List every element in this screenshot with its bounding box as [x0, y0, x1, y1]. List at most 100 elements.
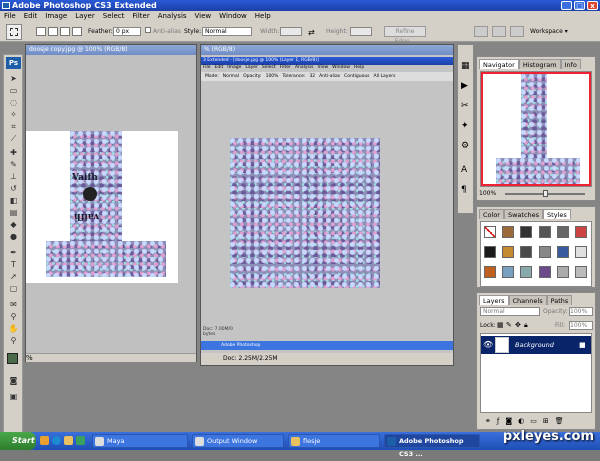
quicklaunch-explorer-icon[interactable] [40, 436, 49, 445]
menu-image[interactable]: Image [45, 11, 67, 22]
antialias-checkbox[interactable] [145, 27, 151, 33]
inner-all-layers[interactable]: All Layers [374, 72, 396, 81]
feather-input[interactable]: 0 px [113, 27, 141, 36]
style-swatch[interactable] [575, 226, 588, 238]
inner-menu-filter[interactable]: Filter [280, 65, 291, 71]
inner-contiguous[interactable]: Contiguous [344, 72, 369, 81]
start-button[interactable]: Start [0, 432, 36, 450]
taskbar-item-maya[interactable]: Maya [92, 434, 188, 448]
subtract-selection-icon[interactable] [60, 27, 70, 36]
doc1-zoom[interactable]: % [26, 354, 33, 362]
quicklaunch-ie-icon[interactable] [52, 436, 61, 445]
inner-taskbar-item[interactable]: Adobe Photoshop [221, 343, 260, 348]
inner-menu-analysis[interactable]: Analysis [295, 65, 314, 71]
slice-tool-icon[interactable]: ⟋ [8, 133, 19, 144]
style-swatch[interactable] [502, 246, 515, 258]
style-swatch[interactable] [538, 266, 551, 278]
tool-presets-panel-icon[interactable]: ✂ [461, 101, 469, 111]
tab-navigator[interactable]: Navigator [479, 59, 519, 69]
zoom-slider-thumb[interactable] [543, 190, 548, 197]
opacity-input[interactable]: 100% [569, 307, 593, 316]
inner-menu-image[interactable]: Image [227, 65, 241, 71]
inner-menu-help[interactable]: Help [354, 65, 364, 71]
style-swatch[interactable] [556, 246, 569, 258]
tool-presets-icon[interactable] [492, 26, 506, 37]
taskbar-item-output-window[interactable]: Output Window [192, 434, 284, 448]
intersect-selection-icon[interactable] [72, 27, 82, 36]
taskbar-item-photoshop[interactable]: Adobe Photoshop CS3 ... [384, 434, 480, 458]
style-select[interactable]: Normal [202, 27, 252, 36]
refine-edge-button[interactable]: Refine Edge... [384, 26, 426, 45]
quick-mask-icon[interactable]: ◙ [8, 375, 19, 386]
swap-icon[interactable]: ⇄ [308, 28, 315, 37]
zoom-tool-icon[interactable]: ⚲ [8, 335, 19, 346]
menu-filter[interactable]: Filter [132, 11, 149, 22]
brushes-panel-icon[interactable] [474, 26, 488, 37]
menu-analysis[interactable]: Analysis [158, 11, 187, 22]
style-swatch[interactable] [556, 266, 569, 278]
inner-menu-select[interactable]: Select [262, 65, 276, 71]
path-selection-icon[interactable]: ➚ [8, 271, 19, 282]
clone-stamp-icon[interactable]: ⊥ [8, 171, 19, 182]
menu-edit[interactable]: Edit [24, 11, 38, 22]
brushes-panel-dock-icon[interactable]: ✦ [461, 121, 469, 131]
menu-help[interactable]: Help [255, 11, 271, 22]
dodge-tool-icon[interactable]: ● [8, 231, 19, 242]
style-swatch[interactable] [520, 266, 533, 278]
inner-menu-view[interactable]: View [317, 65, 328, 71]
menu-window[interactable]: Window [219, 11, 247, 22]
style-swatch[interactable] [484, 246, 496, 258]
lock-all-icon[interactable]: 🔒︎ [524, 321, 528, 330]
delete-layer-icon[interactable]: 🗑︎ [555, 417, 564, 425]
inner-tolerance-value[interactable]: 32 [309, 72, 315, 81]
layer-style-icon[interactable]: ƒ [497, 417, 499, 425]
style-swatch[interactable] [575, 266, 588, 278]
style-swatch[interactable] [538, 226, 551, 238]
layer-row-background[interactable]: 👁︎ Background ■ [481, 336, 591, 354]
visibility-eye-icon[interactable]: 👁︎ [483, 340, 493, 349]
layer-comps-icon[interactable] [510, 26, 524, 37]
new-layer-icon[interactable]: ⊞ [543, 417, 549, 425]
pattern-canvas[interactable] [230, 138, 380, 288]
new-group-icon[interactable]: ▭ [530, 417, 537, 425]
eyedropper-tool-icon[interactable]: ⚲ [8, 311, 19, 322]
type-tool-icon[interactable]: T [8, 259, 19, 270]
inner-menu-file[interactable]: File [203, 65, 211, 71]
tab-histogram[interactable]: Histogram [518, 59, 561, 69]
clone-source-icon[interactable]: ⚙ [461, 141, 469, 151]
tab-paths[interactable]: Paths [546, 295, 573, 305]
inner-opacity-value[interactable]: 100% [266, 72, 279, 81]
brush-tool-icon[interactable]: ✎ [8, 159, 19, 170]
healing-brush-icon[interactable]: ✚ [8, 147, 19, 158]
nav-view-box[interactable] [481, 72, 591, 186]
tab-swatches[interactable]: Swatches [503, 209, 544, 219]
close-button[interactable]: x [587, 1, 598, 10]
inner-menu-window[interactable]: Window [332, 65, 350, 71]
lock-image-icon[interactable]: ✎ [506, 321, 512, 329]
quicklaunch-media-icon[interactable] [76, 436, 85, 445]
screen-mode-icon[interactable]: ▣ [8, 391, 19, 402]
style-swatch[interactable] [502, 226, 515, 238]
add-selection-icon[interactable] [48, 27, 58, 36]
tab-layers[interactable]: Layers [479, 295, 509, 305]
blur-tool-icon[interactable]: ◆ [8, 219, 19, 230]
doc1-canvas[interactable]: Vaifh vaifh [26, 131, 178, 283]
crop-tool-icon[interactable]: ⌗ [8, 121, 19, 132]
lock-position-icon[interactable]: ✥ [515, 321, 521, 329]
inner-menu-edit[interactable]: Edit [215, 65, 224, 71]
maximize-button[interactable]: □ [574, 1, 585, 10]
style-swatch[interactable] [484, 266, 496, 278]
marquee-tool-icon[interactable]: ▭ [8, 85, 19, 96]
fill-input[interactable]: 100% [569, 321, 593, 330]
history-panel-icon[interactable]: ▦ [461, 61, 470, 71]
layer-mask-icon[interactable]: ◙ [505, 417, 512, 425]
workspace-menu[interactable]: Workspace ▾ [530, 28, 568, 35]
menu-view[interactable]: View [195, 11, 212, 22]
menu-layer[interactable]: Layer [75, 11, 95, 22]
eraser-tool-icon[interactable]: ◧ [8, 195, 19, 206]
blend-mode-select[interactable]: Normal [480, 307, 540, 316]
adjustment-layer-icon[interactable]: ◐ [518, 417, 524, 425]
marquee-preset-button[interactable] [6, 24, 22, 40]
tab-styles[interactable]: Styles [543, 209, 571, 219]
minimize-button[interactable]: _ [561, 1, 572, 10]
